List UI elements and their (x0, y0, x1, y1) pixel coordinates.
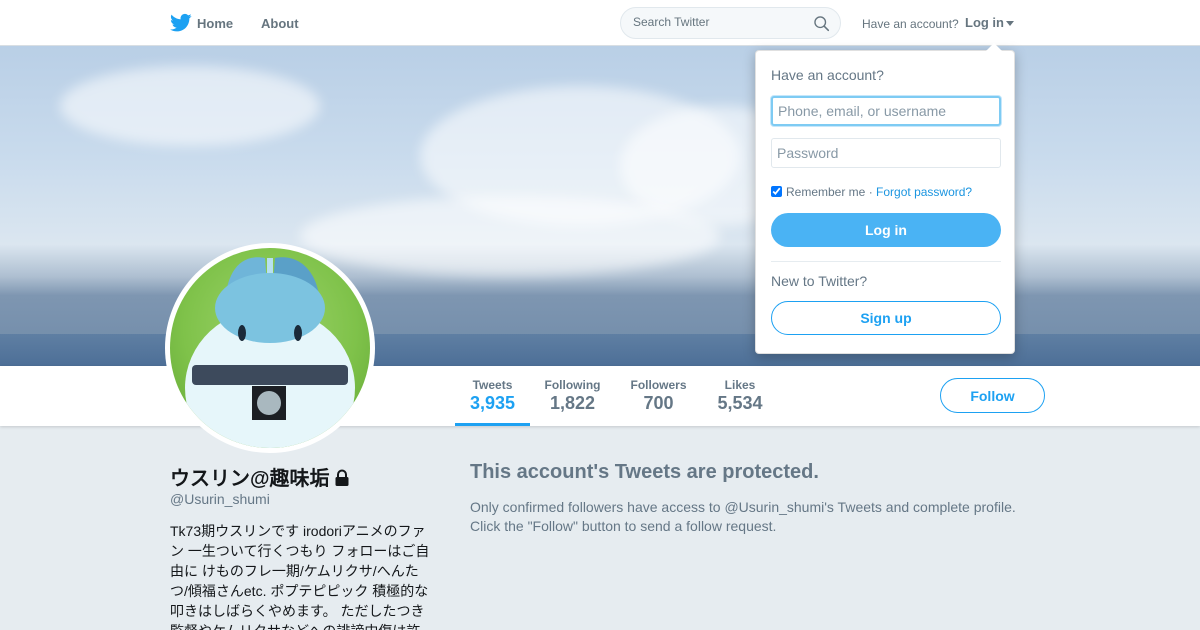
login-dropdown-toggle[interactable]: Log in (965, 15, 1014, 30)
login-dropdown: Have an account? Remember me · Forgot pa… (755, 43, 1015, 354)
profile-avatar[interactable] (165, 243, 375, 453)
dropdown-arrow (986, 43, 1002, 51)
protected-line-1: Only confirmed followers have access to … (470, 499, 1016, 515)
profile-handle[interactable]: @Usurin_shumi (170, 491, 270, 507)
protected-line-2: Click the "Follow" button to send a foll… (470, 518, 777, 534)
dropdown-title: Have an account? (771, 67, 884, 83)
top-navigation: Home About Have an account? Log in (0, 0, 1200, 46)
twitter-bird-icon[interactable] (170, 13, 192, 33)
stat-followers[interactable]: Followers 700 (626, 366, 691, 426)
have-account-label: Have an account? (862, 17, 959, 31)
new-to-twitter-label: New to Twitter? (771, 273, 868, 289)
forgot-password-link[interactable]: Forgot password? (876, 185, 972, 199)
avatar-image (170, 248, 370, 448)
stat-followers-value: 700 (643, 393, 674, 413)
lock-icon (335, 469, 349, 486)
remember-me-label[interactable]: Remember me (786, 185, 865, 199)
remember-separator: · (868, 185, 873, 199)
stat-tweets[interactable]: Tweets 3,935 (455, 366, 530, 426)
stat-tweets-value: 3,935 (469, 393, 516, 413)
protected-title: This account's Tweets are protected. (470, 461, 819, 483)
search-input[interactable] (633, 15, 803, 29)
protected-message: Only confirmed followers have access to … (470, 498, 1050, 536)
stat-following[interactable]: Following 1,822 (540, 366, 605, 426)
stat-followers-label: Followers (630, 378, 687, 392)
signup-button[interactable]: Sign up (771, 301, 1001, 335)
stat-following-value: 1,822 (549, 393, 596, 413)
login-link-label: Log in (965, 15, 1004, 30)
stat-tweets-label: Tweets (472, 378, 513, 392)
stat-likes[interactable]: Likes 5,534 (710, 366, 770, 426)
login-button[interactable]: Log in (771, 213, 1001, 247)
caret-down-icon (1006, 21, 1014, 27)
nav-home-link[interactable]: Home (197, 16, 233, 31)
remember-me-checkbox[interactable] (771, 186, 782, 197)
profile-name-text: ウスリン@趣味垢 (170, 468, 330, 490)
search-box[interactable] (620, 7, 841, 39)
profile-name: ウスリン@趣味垢 (170, 462, 350, 491)
avatar-character-icon (185, 257, 355, 448)
password-field[interactable] (771, 138, 1001, 168)
follow-button[interactable]: Follow (940, 378, 1045, 413)
username-field[interactable] (771, 96, 1001, 126)
dropdown-divider (771, 261, 1001, 262)
search-icon[interactable] (813, 15, 830, 32)
stat-likes-label: Likes (724, 378, 756, 392)
profile-bio: Tk73期ウスリンです irodoriアニメのファン 一生ついて行くつもり フォ… (170, 523, 430, 630)
stat-following-label: Following (544, 378, 601, 392)
stat-likes-value: 5,534 (717, 393, 763, 413)
nav-about-link[interactable]: About (261, 16, 299, 31)
remember-row: Remember me · Forgot password? (771, 185, 972, 199)
